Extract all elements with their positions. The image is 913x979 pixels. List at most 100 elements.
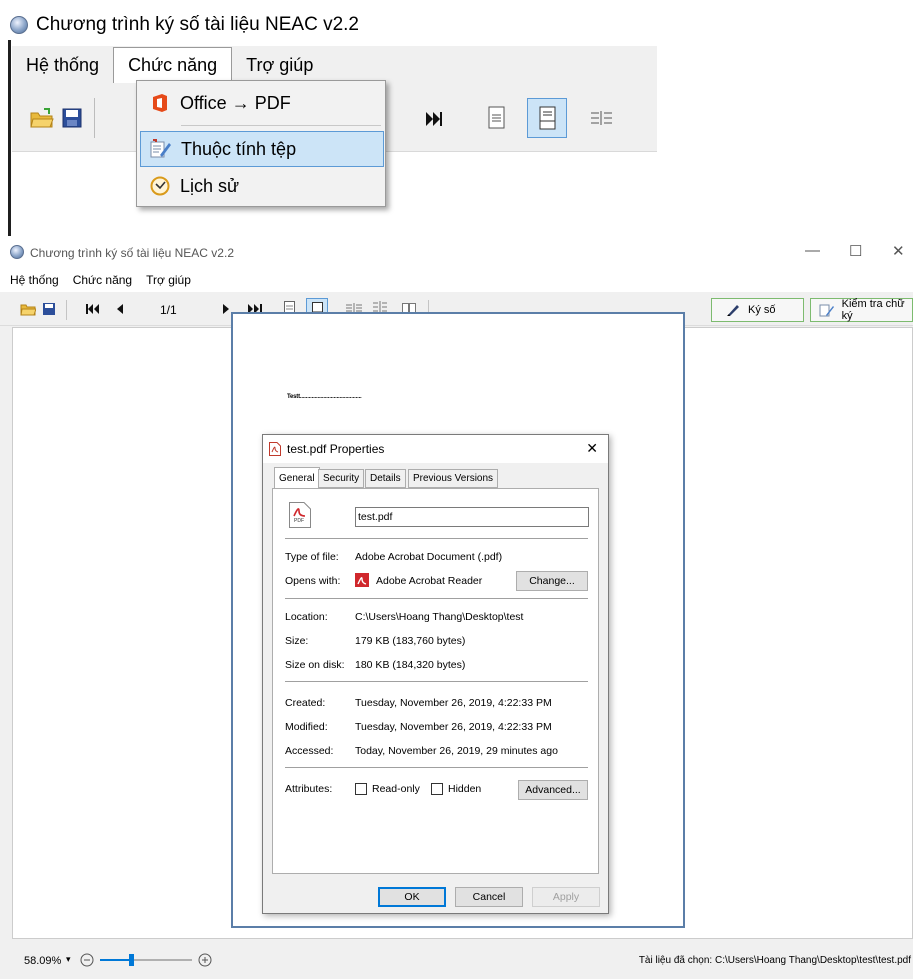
menu-item-label: Office → PDF: [180, 92, 291, 113]
tab-details[interactable]: Details: [365, 469, 406, 488]
last-page-icon[interactable]: [425, 110, 443, 128]
menu-tro-giup[interactable]: Trợ giúp: [146, 273, 191, 287]
filename-field[interactable]: test.pdf: [355, 507, 589, 527]
verify-signature-button[interactable]: Kiểm tra chữ ký: [810, 298, 913, 322]
page-text: Testt...................................…: [287, 394, 362, 400]
zoom-in-icon[interactable]: [198, 953, 212, 967]
next-page-icon[interactable]: [222, 304, 230, 314]
open-folder-icon[interactable]: [30, 108, 54, 128]
menu-separator: [181, 125, 381, 126]
divider: [285, 767, 588, 768]
selected-file-path: Tài liệu đã chọn: C:\Users\Hoang Thang\D…: [638, 955, 911, 966]
zoom-app-title: Chương trình ký số tài liệu NEAC v2.2: [36, 14, 359, 35]
readonly-label: Read-only: [372, 783, 420, 795]
app-logo-icon: [10, 16, 28, 34]
close-button[interactable]: ✕: [892, 242, 905, 260]
dialog-title: test.pdf Properties: [287, 442, 385, 456]
menu-chuc-nang[interactable]: Chức năng: [113, 47, 233, 83]
zoom-out-icon[interactable]: [80, 953, 94, 967]
window-title: Chương trình ký số tài liệu NEAC v2.2: [30, 246, 234, 260]
dialog-close-icon[interactable]: ✕: [586, 440, 598, 457]
menu-tro-giup[interactable]: Trợ giúp: [232, 46, 327, 84]
type-value: Adobe Acrobat Document (.pdf): [355, 551, 503, 563]
menu-item-file-properties[interactable]: Thuộc tính tệp: [140, 131, 384, 167]
zoom-level[interactable]: 58.09%: [24, 955, 61, 967]
menu-he-thong[interactable]: Hệ thống: [10, 273, 59, 287]
modified-label: Modified:: [285, 721, 328, 733]
pen-icon: [727, 305, 739, 316]
attributes-label: Attributes:: [285, 783, 333, 795]
menu-chuc-nang[interactable]: Chức năng: [73, 273, 132, 287]
size-label: Size:: [285, 635, 309, 647]
accessed-value: Today, November 26, 2019, 29 minutes ago: [355, 745, 558, 757]
ok-button[interactable]: OK: [378, 887, 446, 907]
opens-with-value: Adobe Acrobat Reader: [376, 575, 483, 587]
zoom-dropdown-icon[interactable]: ▾: [66, 954, 71, 965]
office-icon: [153, 94, 167, 112]
menu-item-label: Lịch sử: [180, 175, 240, 196]
divider: [285, 681, 588, 682]
zoom-menubar: Hệ thống Chức năng Trợ giúp: [12, 46, 657, 84]
cancel-button[interactable]: Cancel: [455, 887, 523, 907]
change-button[interactable]: Change...: [516, 571, 588, 591]
location-label: Location:: [285, 611, 328, 623]
zoom-slider[interactable]: [100, 954, 192, 966]
two-column-view-icon[interactable]: [590, 110, 614, 126]
menu-item-label: Thuộc tính tệp: [181, 138, 297, 159]
continuous-view-button[interactable]: [527, 98, 567, 138]
type-label: Type of file:: [285, 551, 339, 563]
save-icon[interactable]: [62, 108, 82, 128]
status-bar: 58.09% ▾ Tài liệu đã chọn: C:\Users\Hoan…: [0, 943, 913, 979]
function-dropdown-menu: Office → PDF Thuộc tính tệp Lịch sử: [136, 80, 386, 207]
maximize-button[interactable]: ☐: [849, 242, 862, 260]
readonly-checkbox[interactable]: [355, 783, 367, 795]
size-value: 179 KB (183,760 bytes): [355, 635, 466, 647]
zoom-slider-fill: [100, 959, 132, 961]
menu-item-office-to-pdf[interactable]: Office → PDF: [140, 85, 384, 121]
continuous-view-icon: [539, 106, 556, 130]
toolbar-separator: [66, 300, 67, 320]
open-folder-icon[interactable]: [20, 302, 36, 316]
app-logo-icon: [10, 245, 24, 259]
verify-button-label: Kiểm tra chữ ký: [841, 298, 905, 322]
dialog-titlebar: test.pdf Properties ✕: [263, 435, 608, 463]
divider: [285, 598, 588, 599]
zoom-slider-thumb[interactable]: [129, 954, 135, 966]
tab-previous-versions[interactable]: Previous Versions: [408, 469, 499, 488]
sign-button[interactable]: Ký số: [711, 298, 804, 322]
divider: [285, 538, 588, 539]
filename-value: test.pdf: [358, 511, 393, 523]
previous-page-icon[interactable]: [116, 304, 124, 314]
zoomed-menu-view: Chương trình ký số tài liệu NEAC v2.2 Hệ…: [0, 0, 913, 236]
minimize-button[interactable]: —: [805, 242, 820, 259]
save-icon[interactable]: [42, 302, 56, 316]
advanced-button[interactable]: Advanced...: [518, 780, 588, 800]
acrobat-icon: [355, 573, 369, 587]
properties-dialog: test.pdf Properties ✕ General Security D…: [262, 434, 609, 914]
size-on-disk-value: 180 KB (184,320 bytes): [355, 659, 466, 671]
menu-item-history[interactable]: Lịch sử: [140, 168, 384, 204]
sign-button-label: Ký số: [748, 304, 776, 316]
location-value: C:\Users\Hoang Thang\Desktop\test: [355, 611, 524, 623]
properties-icon: [819, 304, 834, 317]
page-indicator[interactable]: 1/1: [160, 303, 177, 317]
created-value: Tuesday, November 26, 2019, 4:22:33 PM: [355, 697, 552, 709]
modified-value: Tuesday, November 26, 2019, 4:22:33 PM: [355, 721, 552, 733]
general-tab-panel: PDF test.pdf Type of file: Adobe Acrobat…: [272, 488, 599, 874]
single-page-view-icon[interactable]: [488, 106, 506, 130]
hidden-checkbox[interactable]: [431, 783, 443, 795]
accessed-label: Accessed:: [285, 745, 334, 757]
first-page-icon[interactable]: [86, 304, 100, 314]
properties-icon: [150, 139, 171, 158]
menu-he-thong[interactable]: Hệ thống: [12, 46, 113, 84]
zoom-title-bar: Chương trình ký số tài liệu NEAC v2.2: [10, 14, 359, 36]
tab-general[interactable]: General: [274, 467, 320, 489]
window-edge: [8, 40, 11, 236]
pdf-file-icon: [269, 442, 281, 456]
toolbar-separator: [94, 98, 95, 138]
history-clock-icon: [150, 176, 170, 196]
created-label: Created:: [285, 697, 326, 709]
apply-button[interactable]: Apply: [532, 887, 600, 907]
tab-security[interactable]: Security: [318, 469, 365, 488]
opens-with-label: Opens with:: [285, 575, 341, 587]
